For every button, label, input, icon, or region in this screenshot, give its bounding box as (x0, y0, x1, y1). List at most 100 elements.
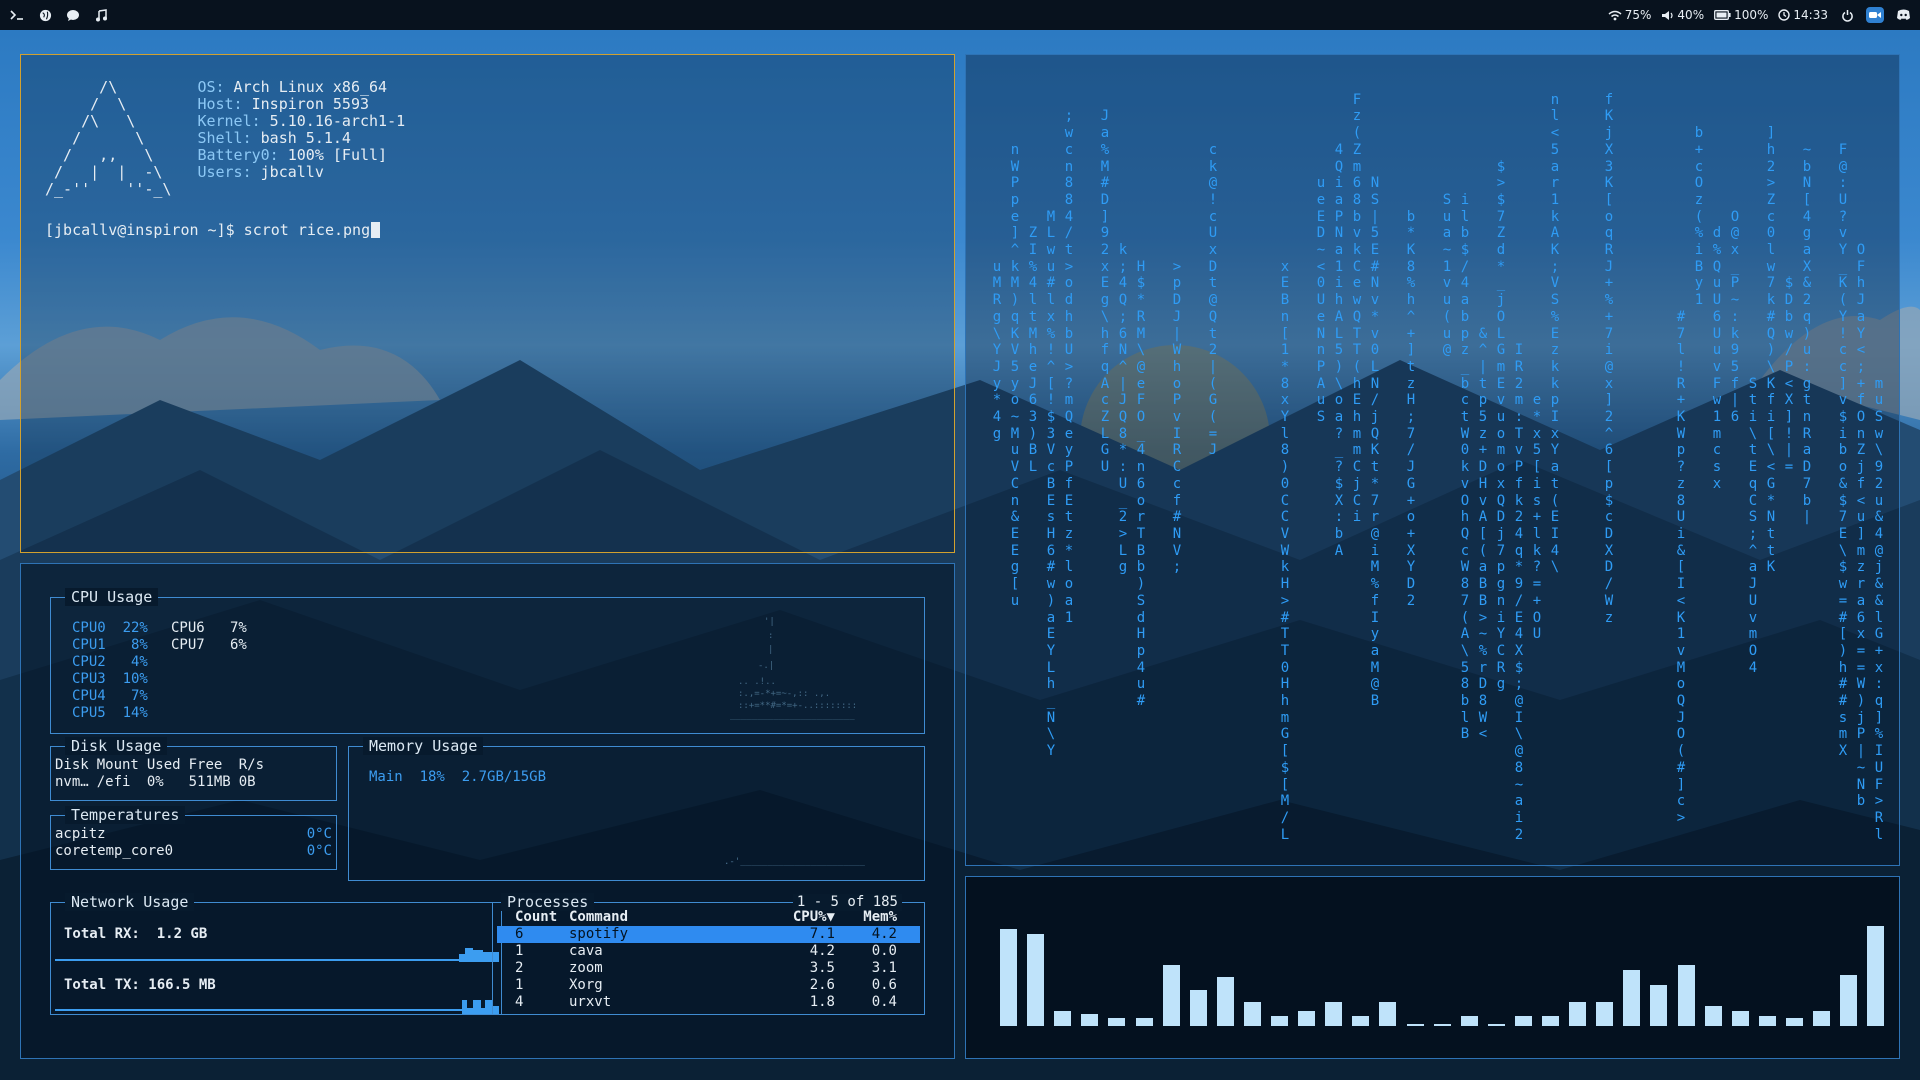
temperature-rows: acpitz 0°C coretemp_core0 0°C (55, 826, 332, 860)
visualizer-bar (1406, 1024, 1424, 1026)
disk-free: 511MB (188, 774, 231, 790)
volume-indicator[interactable]: 40% (1661, 8, 1704, 22)
visualizer-bar (1650, 985, 1668, 1026)
zoom-tray-icon[interactable] (1866, 7, 1884, 23)
clock[interactable]: 14:33 (1778, 8, 1828, 22)
process-cpu: 2.6 (809, 977, 835, 993)
matrix-column: ; w c n 8 8 4 / t > o d h b U > ? m Q e … (1064, 108, 1074, 626)
col-mem[interactable]: Mem% (835, 909, 897, 926)
disk-mount: /efi (96, 774, 131, 790)
process-count: 4 (515, 994, 524, 1010)
topbar-right: 75% 40% 100% 14:33 (1608, 6, 1912, 24)
cpu-core-name: CPU1 (72, 637, 106, 653)
col-cpu[interactable]: CPU%▼ (759, 909, 835, 926)
process-cpu: 1.8 (809, 994, 835, 1010)
info-value: Inspiron 5593 (242, 95, 370, 113)
info-value: 100% [Full] (278, 146, 388, 164)
matrix-column: u e E D ~ < 0 U e N n P A u S (1316, 175, 1326, 426)
disk-col-used: Used (146, 757, 181, 773)
disk-col-free: Free (188, 757, 223, 773)
visualizer-bar (1325, 1002, 1343, 1026)
cpu-core-row: CPU3 10% (72, 671, 148, 688)
battery-indicator[interactable]: 100% (1714, 8, 1768, 22)
col-count[interactable]: Count (497, 909, 569, 926)
memory-label: Main (369, 769, 403, 785)
temp-row: acpitz 0°C (55, 826, 332, 843)
discord-tray-icon[interactable] (1894, 6, 1912, 24)
disk-used: 0% (146, 774, 164, 790)
command-prompt[interactable]: [jbcallv@inspiron ~]$ scrot rice.png (45, 222, 930, 239)
power-icon[interactable] (1838, 6, 1856, 24)
matrix-column: ] h 2 > Z c 0 l w 7 k # Q ) \ K f i [ \ … (1766, 125, 1776, 576)
cpu-core-value: 10% (105, 671, 148, 687)
visualizer-bar (1813, 1011, 1830, 1026)
temp-sensor-name: coretemp_core0 (55, 843, 174, 859)
globe-icon[interactable] (36, 6, 54, 24)
visualizer-bar (1027, 934, 1045, 1026)
process-command: zoom (569, 960, 603, 976)
terminal-window[interactable]: /\ / \ /\ \ / \ / ,, \ / | | -\ /_-'' ''… (20, 54, 955, 553)
disk-row[interactable]: nvm… /efi 0% 511MB 0B (55, 774, 272, 791)
cpu-core-row: CPU0 22% (72, 620, 148, 637)
tx-label: Total TX: (64, 977, 140, 993)
cmatrix-window[interactable]: u M R g \ Y J y * 4 g n W P p e ] ^ k M … (965, 54, 1900, 866)
svg-text:-.|: -.| (758, 661, 774, 671)
matrix-column: c k @ ! c U x D t @ Q t 2 | ( G ( = J (1208, 141, 1218, 459)
matrix-column: m u S w \ 9 2 u & 4 @ j & & l G + x : q … (1874, 375, 1884, 843)
process-row[interactable]: 6 spotify 7.1 4.2 (497, 926, 920, 943)
cpu-list-left: CPU0 22% CPU1 8% CPU2 4% CPU3 10% CPU4 7% CPU… (72, 620, 148, 722)
rx-label: Total RX: (64, 926, 140, 942)
terminal-icon[interactable] (8, 6, 26, 24)
visualizer-bar (1840, 975, 1858, 1026)
info-value: bash 5.1.4 (251, 129, 351, 147)
audio-visualizer-window[interactable] (965, 876, 1900, 1059)
wifi-indicator[interactable]: 75% (1608, 8, 1652, 22)
matrix-column: O F h J a Y < ; + f O n Z j f < u ] m z … (1856, 242, 1866, 810)
disk-read-rate: 0B (238, 774, 256, 790)
memory-percent: 18% (419, 769, 445, 785)
rx-value: 1.2 GB (156, 926, 208, 942)
process-row[interactable]: 2 zoom 3.5 3.1 (497, 960, 920, 977)
matrix-column: k ; 4 Q ; 6 N ^ | J Q 8 * : U _ 2 > L g (1118, 242, 1128, 576)
disk-col-disk: Disk (55, 757, 89, 773)
matrix-column: $ D b w / P < X ] ! | = (1784, 275, 1794, 476)
matrix-column: $ > $ 7 Z d * _ j O L G m E v u o m o x … (1496, 158, 1506, 693)
process-row[interactable]: 1 Xorg 2.6 0.6 (497, 977, 920, 994)
col-command[interactable]: Command (569, 909, 759, 926)
matrix-column: J a % M # D ] 9 2 x E g \ h f q A c Z L … (1100, 108, 1110, 476)
visualizer-bar (1135, 1018, 1153, 1026)
info-key: Host: (197, 95, 243, 113)
chat-icon[interactable] (64, 6, 82, 24)
cpu-core-value: 6% (204, 637, 247, 653)
system-monitor-window[interactable]: CPU Usage CPU0 22% CPU1 8% CPU2 4% CPU3 10%… (20, 563, 955, 1059)
process-mem: 0.4 (871, 994, 897, 1010)
network-usage-title: Network Usage (65, 893, 195, 911)
system-info-row: Users: jbcallv (197, 164, 405, 181)
matrix-column: e * x 5 [ i s + l k ? = + O U (1532, 392, 1542, 643)
visualizer-bar (1487, 1024, 1505, 1026)
wifi-value: 75% (1624, 8, 1652, 22)
matrix-column: O @ x _ P ~ : k 9 5 f | 6 (1730, 208, 1740, 426)
cpu-core-value: 7% (105, 688, 148, 704)
info-key: Shell: (197, 129, 252, 147)
process-mem: 0.0 (871, 943, 897, 959)
visualizer-bar (1731, 1011, 1749, 1026)
svg-text:_______________________: _______________________ (730, 711, 855, 721)
visualizer-bar (1785, 1018, 1803, 1026)
svg-text:.-'_______________________: .-'_______________________ (724, 857, 865, 867)
temperatures-panel: Temperatures acpitz 0°C coretemp_core0 0… (50, 806, 337, 870)
tx-value: 166.5 MB (148, 977, 216, 993)
matrix-column: N S | 5 E # N v * v 0 L N / j Q K t * 7 … (1370, 175, 1380, 710)
network-tx: Total TX: 166.5 MB (64, 977, 216, 994)
process-row[interactable]: 1 cava 4.2 0.0 (497, 943, 920, 960)
cpu-core-name: CPU4 (72, 688, 106, 704)
process-row[interactable]: 4 urxvt 1.8 0.4 (497, 994, 920, 1011)
info-value: jbcallv (251, 163, 324, 181)
svg-text:'|: '| (764, 617, 775, 627)
visualizer-bar (1433, 1024, 1451, 1026)
visualizer-bar (1054, 1011, 1072, 1026)
music-icon[interactable] (92, 6, 110, 24)
visualizer-bar (1758, 1016, 1776, 1026)
clock-time: 14:33 (1793, 8, 1828, 22)
volume-icon (1662, 10, 1674, 20)
